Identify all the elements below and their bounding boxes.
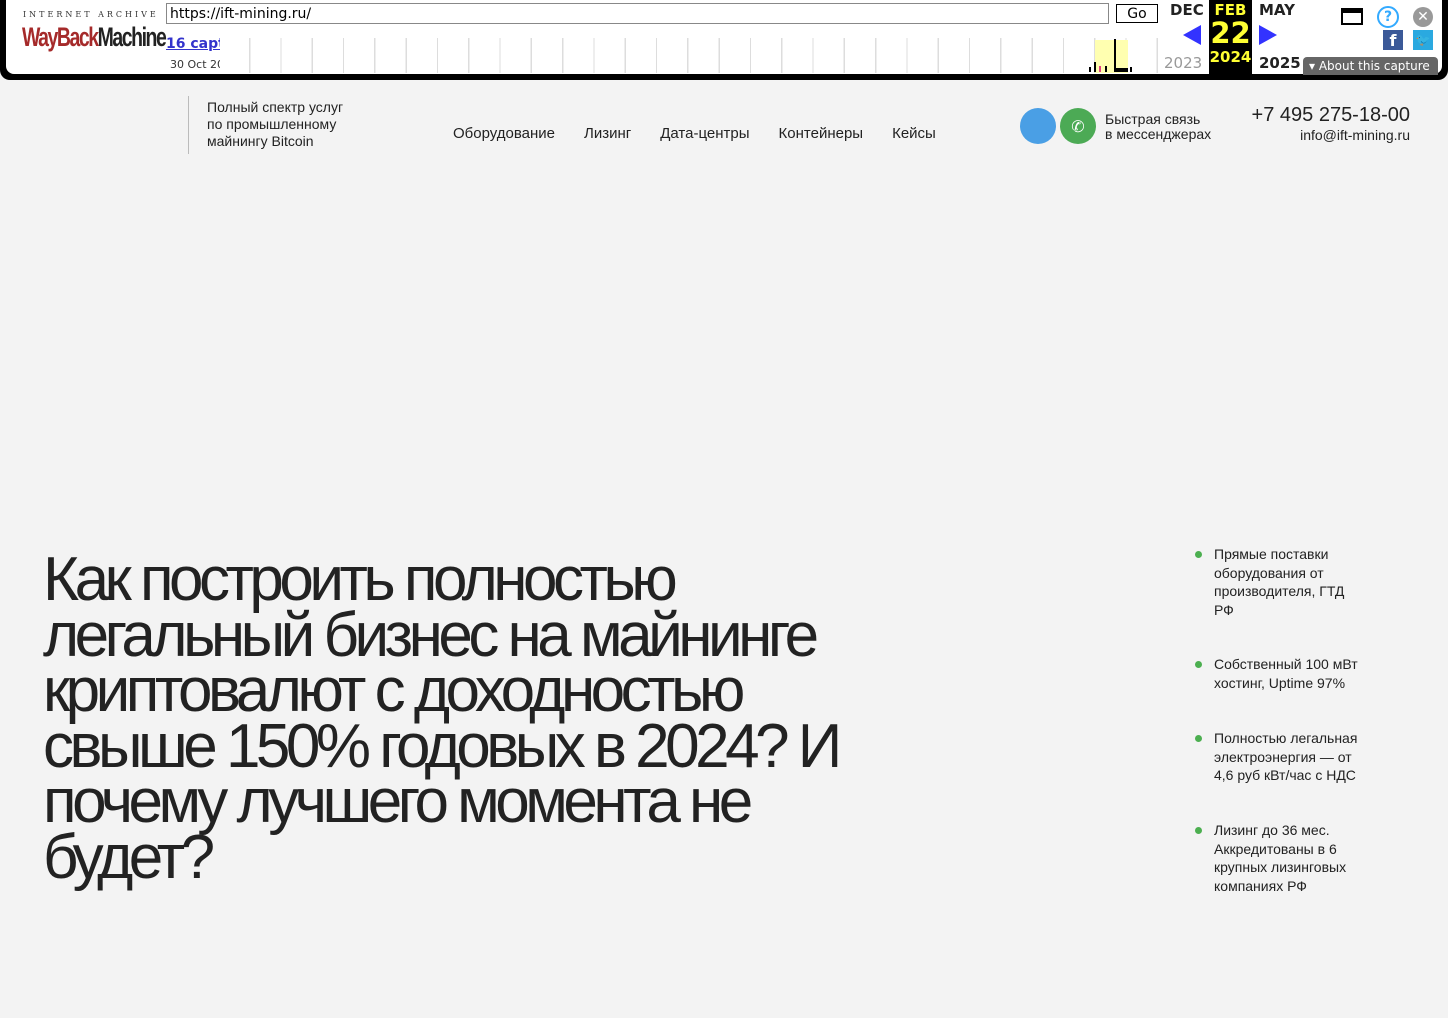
window-icon[interactable] (1341, 8, 1363, 25)
messenger-line: в мессенджерах (1105, 126, 1212, 142)
whatsapp-button[interactable]: ✆ (1060, 108, 1096, 144)
go-button[interactable]: Go (1116, 4, 1158, 23)
about-capture-label: About this capture (1318, 59, 1430, 73)
phone-link[interactable]: +7 495 275-18-00 (1252, 104, 1410, 127)
url-input[interactable] (166, 3, 1109, 24)
nav-cases[interactable]: Кейсы (892, 125, 936, 142)
messenger-label: Быстрая связь в мессенджерах (1105, 112, 1211, 142)
next-year[interactable]: 2025 (1259, 54, 1301, 72)
tagline-line: майнингу Bitcoin (207, 133, 314, 149)
timeline-bar (1130, 67, 1132, 72)
facebook-icon[interactable]: f (1383, 30, 1403, 50)
timeline-bar (1114, 68, 1128, 72)
about-capture-button[interactable]: ▾ About this capture (1303, 57, 1438, 75)
site-tagline: Полный спектр услуг по промышленному май… (188, 96, 388, 154)
wayback-toolbar: INTERNET ARCHIVE WayBackMachine Go 16 ca… (0, 0, 1448, 80)
nav-leasing[interactable]: Лизинг (584, 125, 631, 142)
feature-item: Полностью легальная электроэнергия — от … (1195, 729, 1374, 785)
logo-machine: Machine (97, 22, 167, 52)
current-day: 22 (1210, 16, 1251, 50)
logo-wayback: WayBack (22, 22, 99, 52)
feature-item: Прямые поставки оборудования от производ… (1195, 545, 1364, 619)
prev-year[interactable]: 2023 (1164, 54, 1202, 72)
prev-arrow-icon[interactable] (1183, 25, 1201, 45)
timeline-bar (1105, 66, 1107, 72)
close-icon[interactable]: ✕ (1413, 7, 1433, 27)
capture-timeline[interactable] (219, 38, 1159, 73)
help-icon[interactable]: ? (1377, 6, 1399, 28)
nav-containers[interactable]: Контейнеры (779, 125, 864, 142)
next-arrow-icon[interactable] (1259, 25, 1277, 45)
nav-datacenters[interactable]: Дата-центры (660, 125, 749, 142)
feature-item: Собственный 100 мВт хостинг, Uptime 97% (1195, 655, 1379, 692)
timeline-bar (1099, 66, 1101, 72)
nav-equipment[interactable]: Оборудование (453, 125, 555, 142)
telegram-button[interactable] (1020, 108, 1056, 144)
current-year: 2024 (1209, 48, 1252, 66)
captures-link[interactable]: 16 captures (166, 36, 220, 52)
email-link[interactable]: info@ift-mining.ru (1300, 127, 1410, 143)
whatsapp-icon: ✆ (1071, 116, 1085, 136)
main-nav: Оборудование Лизинг Дата-центры Контейне… (453, 125, 936, 142)
timeline-bar (1089, 67, 1091, 72)
internet-archive-label: INTERNET ARCHIVE (23, 10, 159, 19)
prev-month[interactable]: DEC (1170, 1, 1204, 19)
wayback-logo[interactable]: WayBackMachine (22, 22, 167, 53)
next-month[interactable]: MAY (1259, 1, 1295, 19)
tagline-line: по промышленному (207, 116, 337, 132)
twitter-icon[interactable]: 🐦 (1413, 30, 1433, 50)
current-capture: FEB 22 2024 (1209, 0, 1252, 74)
timeline-highlight (1089, 39, 1132, 73)
timeline-bar (1094, 62, 1096, 72)
feature-item: Лизинг до 36 мес. Аккредитованы в 6 круп… (1195, 821, 1389, 895)
hero-headline: Как построить полностью легальный бизнес… (43, 545, 842, 892)
messenger-line: Быстрая связь (1105, 111, 1201, 127)
tagline-line: Полный спектр услуг (207, 99, 344, 115)
capture-date-range: 30 Oct 2023 (170, 58, 220, 71)
